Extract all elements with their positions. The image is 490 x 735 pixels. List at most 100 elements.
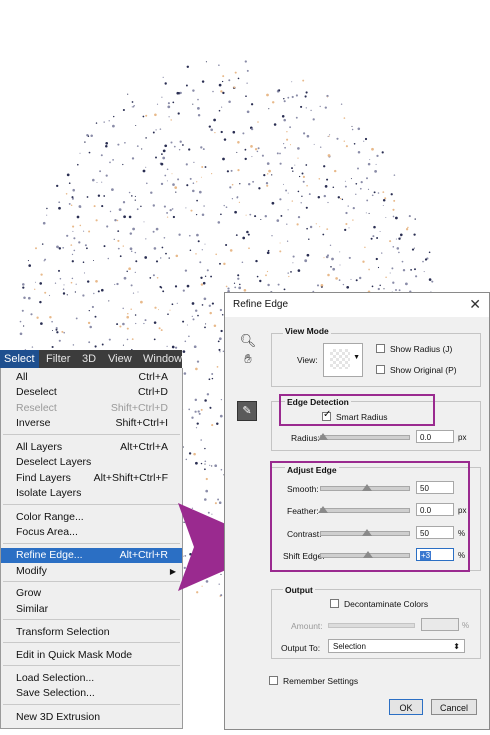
menu-item-grow[interactable]: Grow xyxy=(1,586,182,601)
speckle-dot xyxy=(166,211,169,214)
speckle-dot xyxy=(238,286,242,290)
menu-item-quick-mask[interactable]: Edit in Quick Mask Mode xyxy=(1,648,182,663)
speckle-dot xyxy=(313,143,315,145)
speckle-dot xyxy=(318,178,321,180)
speckle-dot xyxy=(145,137,147,139)
show-radius-checkbox[interactable] xyxy=(376,344,385,353)
ok-button[interactable]: OK xyxy=(389,699,423,715)
speckle-dot xyxy=(271,235,273,237)
speckle-dot xyxy=(152,131,155,134)
menu-select[interactable]: Select xyxy=(0,350,39,368)
speckle-dot xyxy=(93,205,96,208)
menu-view[interactable]: View xyxy=(104,350,136,368)
speckle-dot xyxy=(347,205,349,207)
speckle-dot xyxy=(86,247,88,250)
speckle-dot xyxy=(389,240,392,243)
close-icon[interactable]: ✕ xyxy=(469,296,481,313)
menu-3d[interactable]: 3D xyxy=(78,350,100,368)
cancel-button[interactable]: Cancel xyxy=(431,699,477,715)
speckle-dot xyxy=(324,106,327,109)
speckle-dot xyxy=(58,206,61,210)
menu-item-label: Reselect xyxy=(16,402,57,414)
speckle-dot xyxy=(428,278,432,281)
speckle-dot xyxy=(66,173,70,177)
speckle-dot xyxy=(297,147,300,150)
radius-slider-thumb[interactable] xyxy=(318,433,328,440)
menu-item-label: All Layers xyxy=(16,441,63,453)
speckle-dot xyxy=(55,327,58,330)
menu-item-refine-edge[interactable]: Refine Edge... Alt+Ctrl+R xyxy=(1,548,182,563)
speckle-dot xyxy=(350,278,352,280)
speckle-dot xyxy=(163,205,166,208)
zoom-tool-icon[interactable]: 🔍︎ xyxy=(239,333,257,349)
speckle-dot xyxy=(111,188,114,191)
hand-tool-icon[interactable]: ✋︎ xyxy=(239,351,257,367)
menu-item-save-selection[interactable]: Save Selection... xyxy=(1,686,182,701)
menu-item-modify[interactable]: Modify ▶ xyxy=(1,564,182,579)
speckle-dot xyxy=(87,135,90,138)
menu-item-new-3d-extrusion[interactable]: New 3D Extrusion xyxy=(1,710,182,725)
decontaminate-label: Decontaminate Colors xyxy=(344,599,429,609)
remember-settings-checkbox[interactable] xyxy=(269,676,278,685)
menu-item-find-layers[interactable]: Find Layers Alt+Shift+Ctrl+F xyxy=(1,471,182,486)
radius-field[interactable]: 0.0 xyxy=(416,430,454,443)
menu-item-transform-selection[interactable]: Transform Selection xyxy=(1,625,182,640)
view-mode-dropdown[interactable]: ▼ xyxy=(323,343,363,377)
speckle-dot xyxy=(265,182,269,185)
menu-item-focus-area[interactable]: Focus Area... xyxy=(1,525,182,540)
speckle-dot xyxy=(369,159,371,161)
menu-item-load-selection[interactable]: Load Selection... xyxy=(1,671,182,686)
menu-item-deselect[interactable]: Deselect Ctrl+D xyxy=(1,385,182,400)
menu-item-label: Find Layers xyxy=(16,472,71,484)
speckle-dot xyxy=(133,104,135,107)
menu-item-all-layers[interactable]: All Layers Alt+Ctrl+A xyxy=(1,440,182,455)
speckle-dot xyxy=(401,260,404,263)
speckle-dot xyxy=(175,254,179,258)
speckle-dot xyxy=(346,285,350,289)
menu-item-similar[interactable]: Similar xyxy=(1,602,182,617)
menu-item-inverse[interactable]: Inverse Shift+Ctrl+I xyxy=(1,416,182,431)
radius-slider[interactable] xyxy=(320,435,410,440)
speckle-dot xyxy=(70,204,73,207)
speckle-dot xyxy=(154,113,157,117)
dialog-titlebar[interactable]: Refine Edge ✕ xyxy=(225,293,489,317)
speckle-dot xyxy=(355,279,358,282)
speckle-dot xyxy=(310,109,312,112)
speckle-dot xyxy=(159,285,162,288)
speckle-dot xyxy=(395,289,397,291)
menu-item-shortcut: Shift+Ctrl+D xyxy=(110,402,168,414)
speckle-dot xyxy=(97,290,100,293)
output-to-select[interactable]: Selection ⬍ xyxy=(328,639,465,653)
speckle-dot xyxy=(184,269,188,272)
speckle-dot xyxy=(96,181,98,184)
show-original-checkbox[interactable] xyxy=(376,365,385,374)
speckle-dot xyxy=(237,277,240,280)
refine-radius-tool-icon[interactable]: ✎ xyxy=(237,401,257,421)
menu-item-deselect-layers[interactable]: Deselect Layers xyxy=(1,455,182,470)
menu-filter[interactable]: Filter xyxy=(42,350,74,368)
speckle-dot xyxy=(279,242,281,244)
menu-item-isolate-layers[interactable]: Isolate Layers xyxy=(1,486,182,501)
radius-label: Radius: xyxy=(291,433,320,443)
speckle-dot xyxy=(75,283,77,285)
speckle-dot xyxy=(355,182,358,185)
speckle-dot xyxy=(132,292,135,294)
show-original-label: Show Original (P) xyxy=(390,365,457,375)
menu-item-all[interactable]: All Ctrl+A xyxy=(1,370,182,385)
speckle-dot xyxy=(292,262,294,264)
speckle-dot xyxy=(193,345,197,349)
speckle-dot xyxy=(214,464,218,468)
speckle-dot xyxy=(159,128,162,130)
menu-item-color-range[interactable]: Color Range... xyxy=(1,510,182,525)
decontaminate-checkbox[interactable] xyxy=(330,599,339,608)
speckle-dot xyxy=(122,201,126,204)
speckle-dot xyxy=(263,174,266,177)
speckle-dot xyxy=(63,284,65,286)
speckle-dot xyxy=(58,269,60,272)
menu-window[interactable]: Window xyxy=(139,350,186,368)
speckle-dot xyxy=(267,249,270,252)
speckle-dot xyxy=(395,216,398,220)
speckle-dot xyxy=(266,173,269,175)
speckle-dot xyxy=(392,281,395,284)
speckle-dot xyxy=(126,338,129,341)
